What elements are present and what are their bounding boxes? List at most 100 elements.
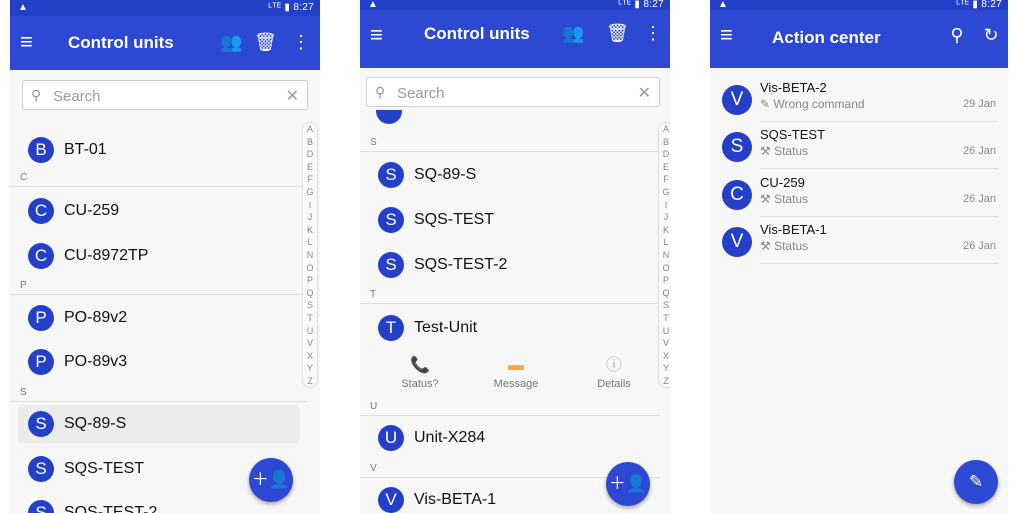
notification-date: 26 Jan [962,145,996,157]
alphabet-letter[interactable]: D [303,148,317,161]
overflow-menu-icon[interactable]: ⋮ [642,22,664,44]
alphabet-letter[interactable]: S [303,299,317,312]
alphabet-letter[interactable]: O [303,262,317,275]
alphabet-letter[interactable]: T [659,312,670,325]
list-item-selected[interactable]: S SQ-89-S [18,405,300,443]
list-item[interactable]: S SQ-89-S [368,156,656,194]
notification-item[interactable]: S SQS-TEST ⚒ Status 26 Jan [716,125,998,169]
notification-item[interactable]: V Vis-BETA-2 ✎ Wrong command 29 Jan [716,78,998,122]
status-bar: ▲ ᴸᵀᴱ ▮ 8:27 [710,0,1008,10]
add-user-button[interactable]: ＋👤 [606,462,650,506]
section-header: T [370,289,377,300]
alphabet-letter[interactable]: T [303,312,317,325]
alphabet-letter[interactable]: X [659,350,670,363]
signal-icon: ᴸᵀᴱ ▮ [268,2,291,13]
alphabet-letter[interactable]: P [303,274,317,287]
message-action[interactable]: ▬ Message [476,356,556,390]
divider [360,151,660,152]
alphabet-letter[interactable]: J [303,211,317,224]
alphabet-letter[interactable]: B [303,136,317,149]
search-field[interactable]: ⚲ Search ✕ [22,80,308,110]
alphabet-letter[interactable]: P [659,274,670,287]
alphabet-letter[interactable]: G [303,186,317,199]
search-icon[interactable]: ⚲ [946,24,968,46]
list-item[interactable]: S SQS-TEST-2 [368,246,656,284]
warning-icon: ▲ [368,0,378,10]
list-item[interactable]: P PO-89v2 [18,299,300,337]
group-icon[interactable]: 👥 [562,22,584,44]
alphabet-letter[interactable]: N [659,249,670,262]
alphabet-letter[interactable]: I [659,199,670,212]
list-item[interactable]: U Unit-X284 [368,419,656,457]
notification-subtitle: Wrong command [773,97,865,111]
status-action[interactable]: 📞 Status? [380,356,460,390]
alphabet-index[interactable]: ABDEFGIJKLNOPQSTUVXYZ [302,122,318,389]
notification-title: Vis-BETA-1 [760,222,827,237]
alphabet-letter[interactable]: U [303,325,317,338]
group-icon[interactable]: 👥 [220,31,242,53]
alphabet-letter[interactable]: K [659,224,670,237]
menu-icon[interactable]: ≡ [20,31,33,53]
alphabet-letter[interactable]: O [659,262,670,275]
notification-title: CU-259 [760,175,805,190]
notification-item[interactable]: C CU-259 ⚒ Status 26 Jan [716,173,998,217]
list-item[interactable]: S SQS-TEST [368,201,656,239]
menu-icon[interactable]: ≡ [370,24,383,46]
alphabet-letter[interactable]: E [303,161,317,174]
overflow-menu-icon[interactable]: ⋮ [290,31,312,53]
avatar: U [378,425,404,451]
alphabet-letter[interactable]: E [659,161,670,174]
alphabet-letter[interactable]: Q [303,287,317,300]
alphabet-letter[interactable]: K [303,224,317,237]
search-icon: ⚲ [31,87,42,103]
list-item[interactable]: P PO-89v3 [18,343,300,381]
alphabet-letter[interactable]: Y [303,362,317,375]
alphabet-letter[interactable]: J [659,211,670,224]
menu-icon[interactable]: ≡ [720,24,733,46]
phone-screen-control-units-1: ▲ ᴸᵀᴱ ▮ 8:27 ≡ Control units 👥 🗑 ⋮ ⚲ Sea… [10,0,320,513]
delete-icon[interactable]: 🗑 [254,31,277,53]
compose-button[interactable]: ✎ [954,460,998,504]
clear-icon[interactable]: ✕ [638,83,651,103]
alphabet-letter[interactable]: U [659,325,670,338]
list-item[interactable]: C CU-8972TP [18,237,300,275]
alphabet-letter[interactable]: B [659,136,670,149]
alphabet-letter[interactable]: L [303,236,317,249]
alphabet-letter[interactable]: D [659,148,670,161]
alphabet-letter[interactable]: F [659,173,670,186]
status-time: 8:27 [981,0,1002,10]
alphabet-letter[interactable]: S [659,299,670,312]
notification-item[interactable]: V Vis-BETA-1 ⚒ Status 26 Jan [716,220,998,264]
alphabet-letter[interactable]: N [303,249,317,262]
alphabet-letter[interactable]: A [303,123,317,136]
alphabet-letter[interactable]: A [659,123,670,136]
alphabet-letter[interactable]: F [303,173,317,186]
unit-name: Test-Unit [414,319,478,336]
search-field[interactable]: ⚲ Search ✕ [366,77,660,107]
alphabet-letter[interactable]: Y [659,362,670,375]
alphabet-letter[interactable]: V [303,337,317,350]
alphabet-letter[interactable]: L [659,236,670,249]
status-time: 8:27 [643,0,664,10]
alphabet-letter[interactable]: X [303,350,317,363]
search-placeholder: Search [53,88,101,105]
unit-name: SQS-TEST [414,211,495,228]
alphabet-letter[interactable]: Q [659,287,670,300]
clear-icon[interactable]: ✕ [286,86,299,106]
add-user-button[interactable]: ＋👤 [249,458,293,502]
list-item[interactable]: C CU-259 [18,192,300,230]
list-item[interactable]: B BT-01 [18,131,300,169]
details-action[interactable]: ⓘ Details [574,356,654,390]
divider [760,121,998,122]
alphabet-letter[interactable]: I [303,199,317,212]
list-item-expanded[interactable]: T Test-Unit [368,309,656,347]
delete-icon[interactable]: 🗑 [606,22,629,44]
alphabet-letter[interactable]: G [659,186,670,199]
alphabet-letter[interactable]: Z [659,375,670,388]
refresh-icon[interactable]: ↻ [980,24,1002,46]
alphabet-letter[interactable]: Z [303,375,317,388]
signal-icon: ᴸᵀᴱ ▮ [956,0,979,10]
alphabet-letter[interactable]: V [659,337,670,350]
status-icon: ⚒ [760,192,775,206]
alphabet-index[interactable]: ABDEFGIJKLNOPQSTUVXYZ [658,122,670,389]
